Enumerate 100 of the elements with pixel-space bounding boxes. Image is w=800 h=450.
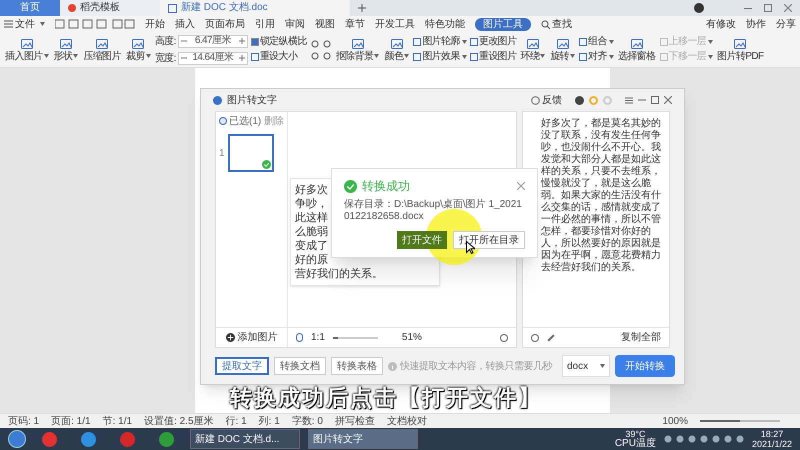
new-tab-icon[interactable] — [358, 4, 366, 12]
maximize-icon[interactable] — [764, 4, 772, 12]
ribbon-button[interactable]: 旋转 — [549, 36, 576, 62]
caret-icon — [608, 40, 614, 44]
caret-icon — [404, 54, 410, 58]
actual-size-button[interactable]: 1:1 — [311, 330, 325, 345]
menu-tab[interactable]: 章节 — [345, 18, 365, 30]
menu-tab[interactable]: 开发工具 — [375, 18, 415, 30]
toolbar-link[interactable]: 分享 — [776, 16, 796, 32]
app-logo-icon — [213, 96, 222, 104]
hint-text: 快速提取文本内容，转换只需要几秒 — [400, 360, 552, 374]
document-tab[interactable]: 稻壳模板 — [60, 0, 160, 16]
ribbon-button[interactable]: 环绕 — [519, 36, 546, 62]
picture-icon — [95, 36, 110, 50]
ribbon-button[interactable]: 形状 — [52, 36, 80, 62]
clock-time: 18:27 — [760, 429, 784, 439]
picture-icon — [350, 36, 365, 50]
document-tab[interactable]: 新建 DOC 文档.doc — [160, 0, 350, 16]
toolbar-link[interactable]: 有修改 — [706, 16, 736, 32]
ribbon-button[interactable]: 组合 — [579, 36, 614, 48]
document-tab[interactable]: 首页 — [0, 0, 60, 16]
feedback-button[interactable]: 反馈 — [542, 92, 562, 108]
proofread-button[interactable]: 文档校对 — [386, 414, 427, 428]
status-item: 列: 1 — [258, 414, 280, 428]
image-thumbnail[interactable] — [228, 134, 274, 172]
menu-icon[interactable] — [4, 20, 13, 28]
check-badge-icon — [262, 160, 271, 169]
caret-icon — [708, 55, 714, 59]
taskbar-app-icon[interactable] — [81, 432, 96, 446]
temperature-label: CPU温度 — [614, 439, 656, 449]
ribbon-button[interactable]: 图片效果 — [413, 51, 467, 63]
ribbon-button[interactable]: 重设大小 — [250, 51, 307, 63]
popup-button[interactable]: 打开文件 — [397, 231, 447, 249]
menu-tab[interactable]: 特色功能 — [425, 18, 465, 30]
maximize-icon[interactable] — [651, 96, 659, 104]
picture-icon — [733, 36, 748, 50]
menu-tab[interactable]: 审阅 — [285, 18, 305, 30]
start-button[interactable] — [8, 430, 26, 448]
mode-tab[interactable]: 转换文档 — [274, 357, 326, 375]
video-caption: 转换成功后点击【打开文件】 — [230, 385, 542, 411]
caret-icon — [73, 54, 78, 58]
ribbon-button[interactable]: 压缩图片 — [82, 36, 122, 62]
close-icon[interactable] — [664, 96, 672, 104]
caret-icon — [40, 22, 45, 26]
picture-icon — [526, 36, 540, 50]
taskbar-app-icon[interactable] — [159, 432, 174, 446]
status-item: 页面: 1/1 — [51, 414, 91, 428]
ribbon-button[interactable]: 插入图片 — [4, 36, 50, 62]
ribbon-button[interactable]: 图片转PDF — [716, 36, 765, 62]
format-select[interactable]: docx — [562, 355, 610, 377]
checkbox[interactable]: 锁定纵横比 — [250, 36, 307, 48]
ribbon-button[interactable]: 图片轮廓 — [413, 36, 467, 48]
close-icon[interactable] — [784, 4, 792, 12]
caret-icon — [540, 54, 546, 58]
menu-tab[interactable]: 引用 — [255, 18, 275, 30]
caret-icon — [44, 54, 49, 58]
menu-icon[interactable] — [625, 96, 633, 104]
add-image-button[interactable]: 添加图片 — [238, 330, 278, 345]
mode-tab[interactable]: 转换表格 — [331, 357, 383, 375]
menu-tab[interactable]: 图片工具 — [475, 18, 531, 30]
taskbar-app-icon[interactable] — [42, 432, 57, 446]
avatar-icon[interactable] — [694, 3, 704, 13]
caret-icon — [146, 54, 151, 58]
dialog-title: 图片转文字 — [227, 94, 277, 108]
status-item: 设置值: 2.5厘米 — [144, 414, 214, 428]
ribbon-button[interactable]: 颜色 — [383, 36, 410, 62]
mode-tab[interactable]: 提取文字 — [215, 357, 269, 375]
add-icon[interactable] — [226, 333, 234, 342]
taskbar-window[interactable]: 图片转文字 — [308, 429, 418, 449]
close-icon[interactable] — [517, 182, 525, 190]
doc-icon — [168, 4, 177, 12]
ribbon-button[interactable]: 重设图片 — [470, 51, 516, 63]
ribbon-button[interactable]: 裁剪 — [125, 36, 152, 62]
ribbon-button[interactable]: 对齐 — [579, 51, 614, 63]
recognized-text: 好多次了，都是莫名其妙的没了联系，没有发生任何争吵，也没闹什么不开心。我发觉和大部分人都是如此这样的关系，只要不去维系，慢慢就没了，就是这么脆弱。如果大家的生活没有什么交集的话，感情就变成了一件必然的事情，所以不管怎样，都要珍惜对你好的人，所以然要好的原因就是因为在乎啊，愿意花费精力去经营好我们的关系。 — [540, 116, 662, 275]
spell-check-button[interactable]: 拼写检查 — [334, 414, 375, 428]
caret-icon — [608, 55, 614, 59]
ribbon-button[interactable]: 选择窗格 — [616, 36, 657, 62]
select-all-checkbox[interactable]: 已选(1) — [219, 114, 262, 128]
clock-date: 2021/1/22 — [752, 439, 792, 449]
search-icon[interactable] — [541, 20, 550, 28]
edit-icon[interactable] — [547, 334, 555, 342]
ribbon-button[interactable]: 抠除背景 — [334, 36, 380, 62]
copy-all-button[interactable]: 复制全部 — [621, 330, 661, 345]
start-convert-button[interactable]: 开始转换 — [615, 355, 675, 377]
taskbar-window[interactable]: 新建 DOC 文档.d... — [190, 429, 300, 449]
menu-tab[interactable]: 视图 — [315, 18, 335, 30]
avatar-icon[interactable] — [575, 96, 584, 104]
menu-tab[interactable]: 页面布局 — [205, 18, 245, 30]
menu-tab[interactable]: 开始 — [145, 18, 165, 30]
success-check-icon — [344, 180, 357, 192]
status-item: 页码: 1 — [8, 414, 40, 428]
ribbon-button[interactable]: 更改图片 — [470, 36, 516, 48]
file-menu[interactable]: 文件 — [15, 16, 45, 32]
caret-icon — [600, 364, 605, 368]
caret-icon — [570, 54, 576, 58]
search-button[interactable]: 查找 — [552, 16, 572, 32]
menu-tab[interactable]: 插入 — [175, 18, 195, 30]
docer-icon — [68, 4, 76, 12]
toolbar-link[interactable]: 协作 — [746, 16, 766, 32]
